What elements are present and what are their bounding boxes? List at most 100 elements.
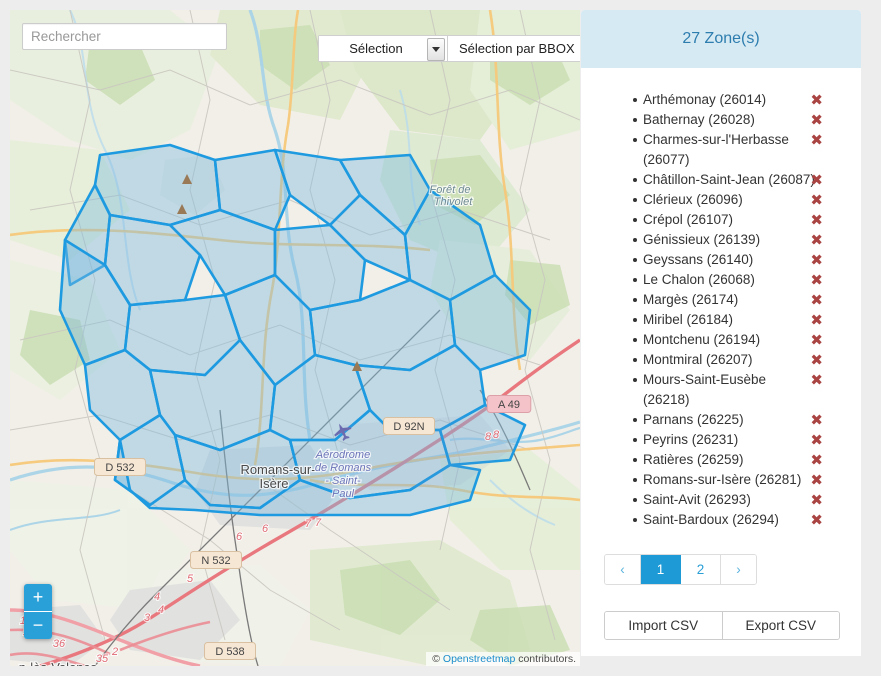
selection-controls: Sélection Sélection par BBOX — [318, 35, 580, 62]
bullet-icon — [633, 318, 637, 322]
zone-list-item: Ratières (26259) ✖ — [581, 450, 861, 470]
attribution-copyright: © — [432, 653, 440, 665]
zone-list-item: Le Chalon (26068) ✖ — [581, 270, 861, 290]
pagination-page-1[interactable]: 1 — [641, 555, 681, 584]
bullet-icon — [633, 438, 637, 442]
bullet-icon — [633, 458, 637, 462]
bullet-icon — [633, 138, 637, 142]
zone-name: Châtillon-Saint-Jean (26087) — [643, 172, 815, 187]
zone-selection-app: Forêt de Thivolet Romans-sur- Isère Aérodrom… — [0, 0, 881, 676]
bullet-icon — [633, 358, 637, 362]
remove-zone-icon[interactable]: ✖ — [810, 450, 823, 470]
zone-list-item: Peyrins (26231) ✖ — [581, 430, 861, 450]
zone-name: Arthémonay (26014) — [643, 92, 767, 107]
zone-list: Arthémonay (26014) ✖ Bathernay (26028) ✖ Cha… — [581, 68, 861, 530]
zone-name: Ratières (26259) — [643, 452, 744, 467]
remove-zone-icon[interactable]: ✖ — [810, 510, 823, 530]
zone-side-panel: 27 Zone(s) Arthémonay (26014) ✖ Bathernay … — [581, 10, 861, 656]
bullet-icon — [633, 98, 637, 102]
zone-name: Charmes-sur-l'Herbasse (26077) — [643, 132, 789, 167]
attribution-suffix: contributors. — [518, 653, 576, 665]
remove-zone-icon[interactable]: ✖ — [810, 190, 823, 210]
remove-zone-icon[interactable]: ✖ — [810, 290, 823, 310]
map-tiles — [10, 10, 580, 666]
zone-name: Montmiral (26207) — [643, 352, 753, 367]
remove-zone-icon[interactable]: ✖ — [810, 350, 823, 370]
bullet-icon — [633, 258, 637, 262]
remove-zone-icon[interactable]: ✖ — [810, 310, 823, 330]
zone-list-item: Geyssans (26140) ✖ — [581, 250, 861, 270]
zone-name: Génissieux (26139) — [643, 232, 761, 247]
remove-zone-icon[interactable]: ✖ — [810, 250, 823, 270]
zone-name: Clérieux (26096) — [643, 192, 743, 207]
selection-dropdown[interactable]: Sélection — [319, 36, 447, 61]
zone-list-item: Arthémonay (26014) ✖ — [581, 90, 861, 110]
export-csv-button[interactable]: Export CSV — [721, 612, 839, 639]
remove-zone-icon[interactable]: ✖ — [810, 130, 823, 150]
zone-name: Miribel (26184) — [643, 312, 734, 327]
remove-zone-icon[interactable]: ✖ — [810, 490, 823, 510]
remove-zone-icon[interactable]: ✖ — [810, 110, 823, 130]
bullet-icon — [633, 278, 637, 282]
zone-list-item: Saint-Avit (26293) ✖ — [581, 490, 861, 510]
zone-name: Le Chalon (26068) — [643, 272, 755, 287]
import-csv-button[interactable]: Import CSV — [605, 612, 722, 639]
zone-list-item: Parnans (26225) ✖ — [581, 410, 861, 430]
zone-name: Peyrins (26231) — [643, 432, 739, 447]
zone-name: Montchenu (26194) — [643, 332, 761, 347]
map-zoom-controls: + − — [24, 584, 52, 639]
bullet-icon — [633, 378, 637, 382]
zone-list-item: Mours-Saint-Eusèbe (26218) ✖ — [581, 370, 861, 410]
pagination: ‹ 1 2 › — [604, 554, 757, 585]
remove-zone-icon[interactable]: ✖ — [810, 230, 823, 250]
bullet-icon — [633, 218, 637, 222]
zoom-in-button[interactable]: + — [24, 584, 52, 611]
remove-zone-icon[interactable]: ✖ — [810, 330, 823, 350]
zoom-out-button[interactable]: − — [24, 611, 52, 639]
chevron-down-icon[interactable] — [427, 38, 445, 61]
bullet-icon — [633, 498, 637, 502]
bullet-icon — [633, 118, 637, 122]
zone-count-header: 27 Zone(s) — [581, 10, 861, 68]
map-canvas[interactable]: Forêt de Thivolet Romans-sur- Isère Aérodrom… — [10, 10, 580, 666]
zone-list-item: Clérieux (26096) ✖ — [581, 190, 861, 210]
remove-zone-icon[interactable]: ✖ — [810, 470, 823, 490]
map-attribution: © Openstreetmap contributors. — [426, 652, 580, 666]
zone-name: Crépol (26107) — [643, 212, 734, 227]
openstreetmap-link[interactable]: Openstreetmap — [443, 653, 515, 665]
pagination-page-2[interactable]: 2 — [681, 555, 721, 584]
remove-zone-icon[interactable]: ✖ — [810, 270, 823, 290]
remove-zone-icon[interactable]: ✖ — [810, 210, 823, 230]
zone-list-item: Charmes-sur-l'Herbasse (26077) ✖ — [581, 130, 861, 170]
bullet-icon — [633, 478, 637, 482]
pagination-next[interactable]: › — [721, 555, 756, 584]
zone-list-item: Montchenu (26194) ✖ — [581, 330, 861, 350]
zone-name: Romans-sur-Isère (26281) — [643, 472, 802, 487]
remove-zone-icon[interactable]: ✖ — [810, 90, 823, 110]
map-panel[interactable]: Forêt de Thivolet Romans-sur- Isère Aérodrom… — [10, 10, 580, 666]
remove-zone-icon[interactable]: ✖ — [810, 430, 823, 450]
remove-zone-icon[interactable]: ✖ — [810, 410, 823, 430]
bullet-icon — [633, 418, 637, 422]
zone-list-item: Montmiral (26207) ✖ — [581, 350, 861, 370]
zone-list-item: Châtillon-Saint-Jean (26087) ✖ — [581, 170, 861, 190]
zone-list-item: Bathernay (26028) ✖ — [581, 110, 861, 130]
pagination-prev[interactable]: ‹ — [605, 555, 641, 584]
zone-name: Saint-Avit (26293) — [643, 492, 751, 507]
bullet-icon — [633, 238, 637, 242]
bullet-icon — [633, 518, 637, 522]
csv-buttons: Import CSV Export CSV — [604, 611, 840, 640]
bullet-icon — [633, 298, 637, 302]
zone-name: Parnans (26225) — [643, 412, 744, 427]
zone-name: Geyssans (26140) — [643, 252, 754, 267]
zone-name: Bathernay (26028) — [643, 112, 755, 127]
select-by-bbox-button[interactable]: Sélection par BBOX — [447, 36, 580, 61]
bullet-icon — [633, 338, 637, 342]
bullet-icon — [633, 198, 637, 202]
zone-list-item: Saint-Bardoux (26294) ✖ — [581, 510, 861, 530]
remove-zone-icon[interactable]: ✖ — [810, 170, 823, 190]
zone-name: Mours-Saint-Eusèbe (26218) — [643, 372, 767, 407]
search-input[interactable] — [22, 22, 227, 50]
zone-list-item: Miribel (26184) ✖ — [581, 310, 861, 330]
remove-zone-icon[interactable]: ✖ — [810, 370, 823, 390]
